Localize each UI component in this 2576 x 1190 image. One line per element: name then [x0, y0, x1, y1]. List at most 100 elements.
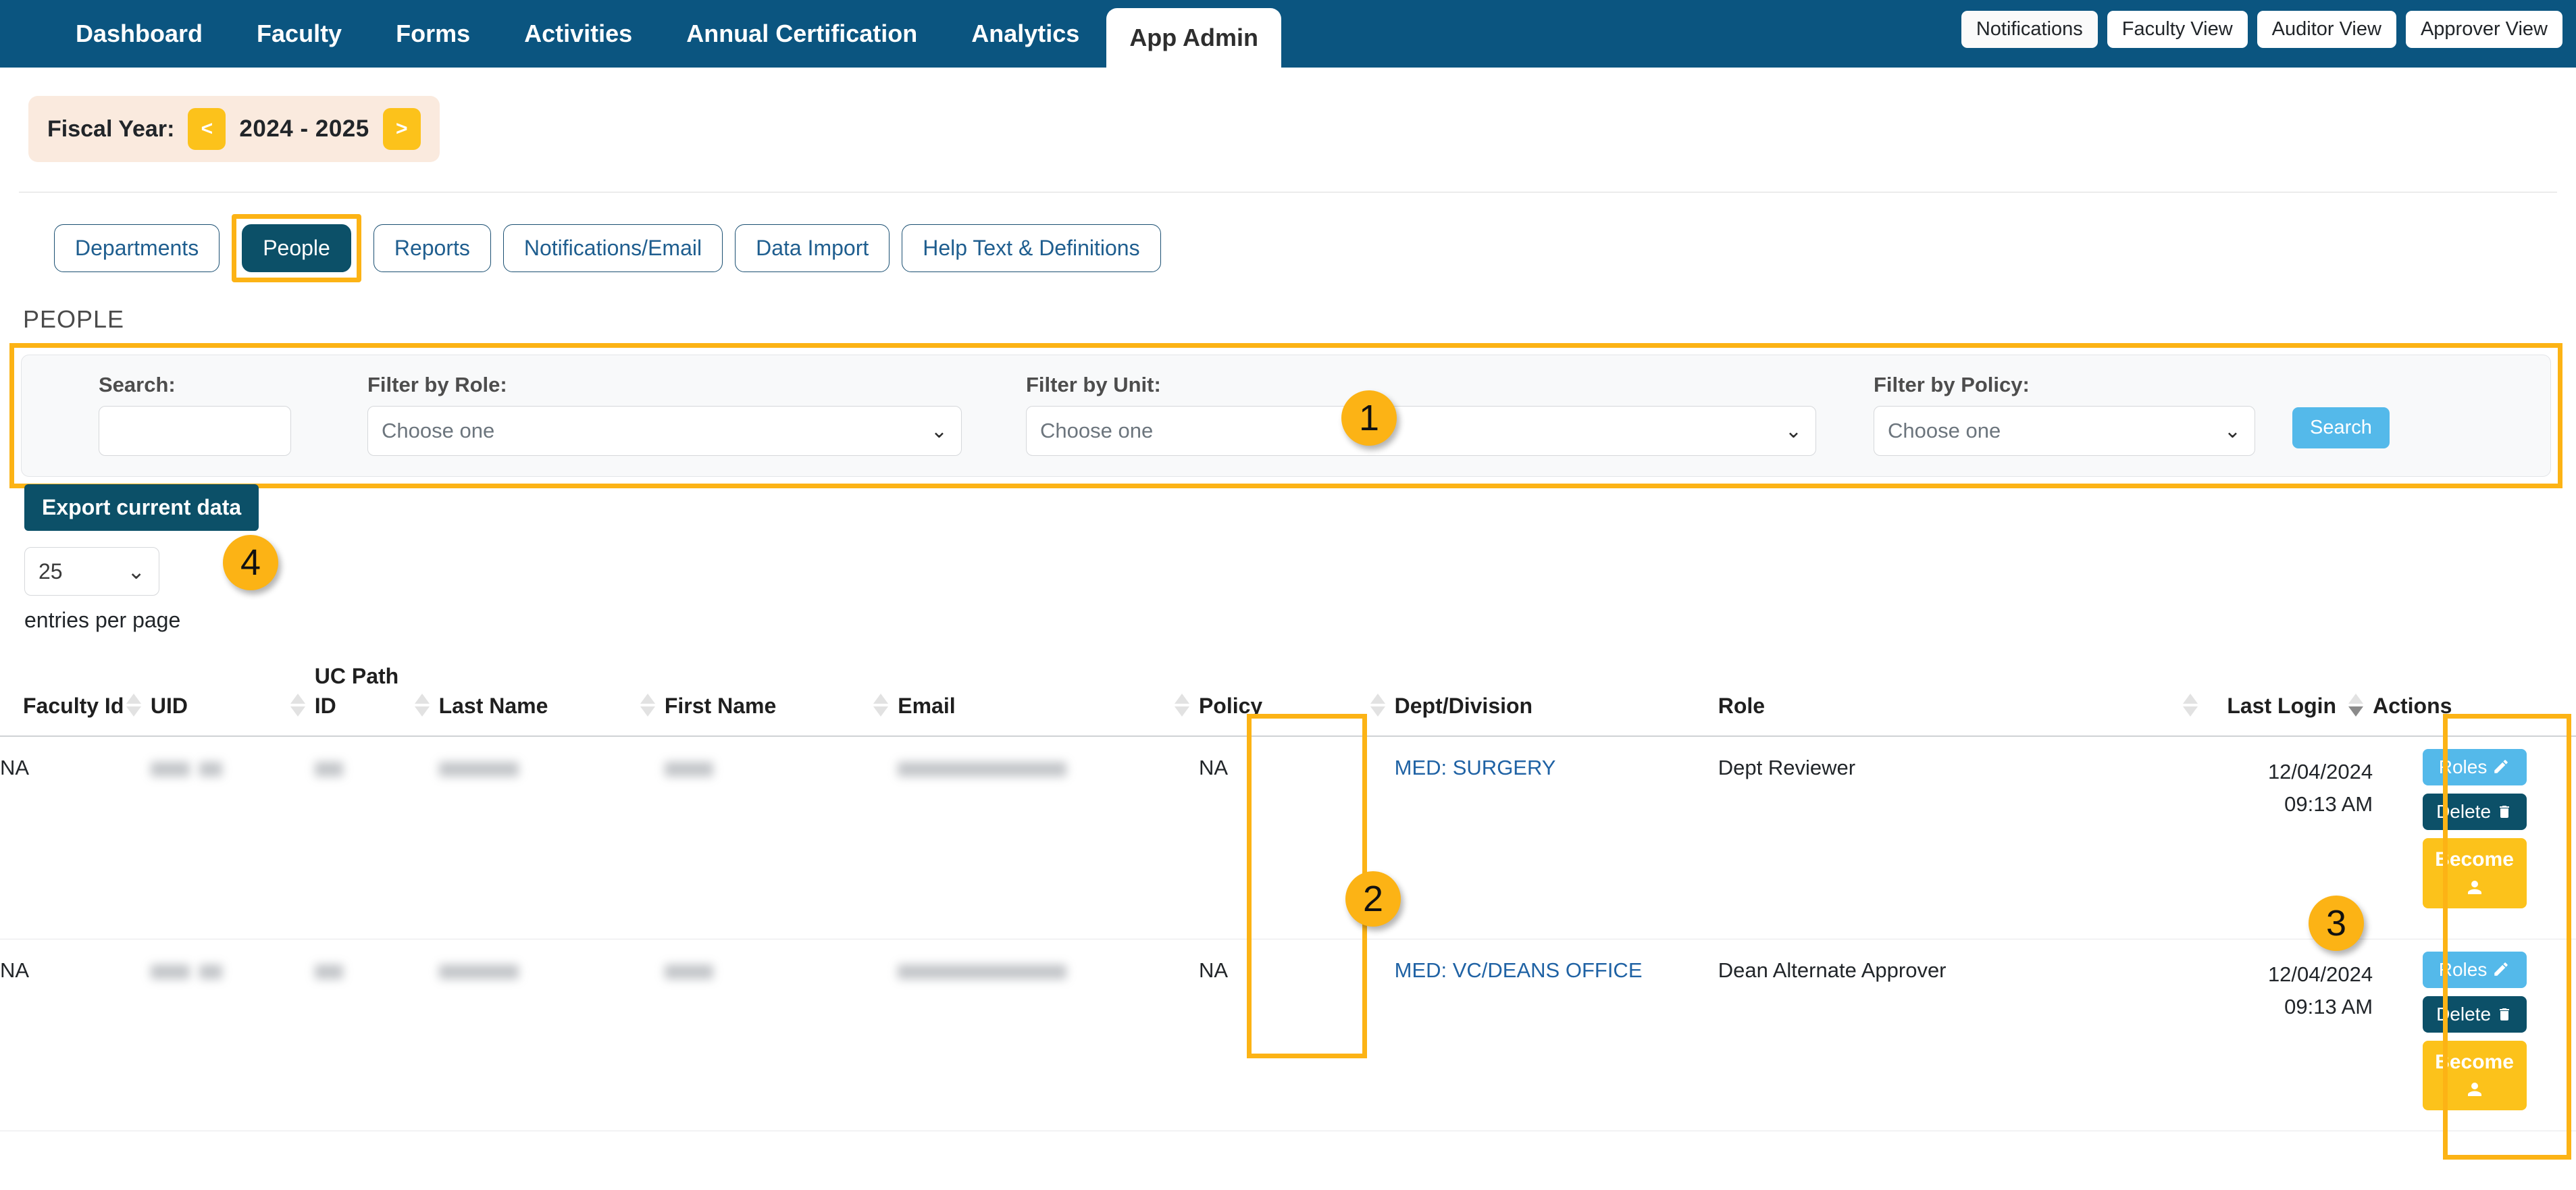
subtab-notifications-email[interactable]: Notifications/Email	[503, 224, 723, 272]
faculty-view-button[interactable]: Faculty View	[2107, 11, 2248, 48]
fiscal-year-prev-button[interactable]: <	[188, 108, 226, 150]
column-header-faculty-id[interactable]: Faculty Id	[0, 661, 151, 738]
last-login-time: 09:13 AM	[2284, 994, 2373, 1018]
sort-icon[interactable]	[2182, 694, 2198, 717]
filter-unit-select[interactable]: Choose one ⌄	[1026, 406, 1816, 456]
column-header-policy-label: Policy	[1198, 694, 1263, 719]
sort-icon[interactable]	[1370, 694, 1385, 717]
dept-division-link[interactable]: MED: VC/DEANS OFFICE	[1395, 958, 1643, 982]
search-button[interactable]: Search	[2292, 407, 2390, 448]
subtab-help-text-definitions[interactable]: Help Text & Definitions	[902, 224, 1161, 272]
page-title: PEOPLE	[23, 305, 125, 333]
search-label: Search:	[99, 373, 176, 396]
dept-division-link[interactable]: MED: SURGERY	[1395, 756, 1556, 779]
column-header-last-name[interactable]: Last Name	[438, 661, 665, 738]
entries-per-page-label: entries per page	[24, 608, 181, 632]
delete-button[interactable]: Delete	[2422, 995, 2527, 1033]
cell-last-login: 12/04/2024 09:13 AM	[2207, 939, 2373, 1132]
filter-policy-value: Choose one	[1888, 419, 2001, 442]
people-table-head: Faculty Id UID UC Path ID Last Name Firs…	[0, 661, 2576, 738]
column-header-role[interactable]: Role	[1718, 661, 2207, 738]
nav-item-forms[interactable]: Forms	[369, 0, 497, 68]
notifications-button[interactable]: Notifications	[1961, 11, 2098, 48]
roles-button[interactable]: Roles	[2422, 749, 2527, 786]
filter-role-value: Choose one	[382, 419, 495, 442]
column-header-policy[interactable]: Policy	[1198, 661, 1395, 738]
sort-icon[interactable]	[414, 694, 430, 717]
column-header-first-name[interactable]: First Name	[664, 661, 898, 738]
cell-uid	[150, 736, 315, 939]
export-row: Export current data	[0, 484, 2576, 531]
cell-actions: Roles Delete Become	[2373, 939, 2576, 1132]
column-header-faculty-id-label: Faculty Id	[23, 694, 124, 719]
filter-role-label: Filter by Role:	[367, 373, 507, 396]
subtab-departments[interactable]: Departments	[54, 224, 220, 272]
become-button[interactable]: Become	[2422, 838, 2527, 908]
redacted-value	[664, 762, 713, 777]
sort-icon[interactable]	[640, 694, 655, 717]
entries-per-page-select[interactable]: 25 ⌄	[24, 547, 159, 596]
subtab-people[interactable]: People	[242, 224, 351, 272]
people-table-body: NA NA MED: SURGERY Dept Reviewer 12/04/2…	[0, 736, 2576, 1132]
column-header-email-label: Email	[898, 694, 956, 719]
cell-dept-division: MED: VC/DEANS OFFICE	[1394, 939, 1718, 1132]
app-window: Dashboard Faculty Forms Activities Annua…	[0, 0, 2576, 1190]
sort-icon[interactable]	[290, 694, 305, 717]
column-header-uid[interactable]: UID	[150, 661, 315, 738]
column-header-dept-division-label: Dept/Division	[1394, 694, 1533, 719]
nav-item-faculty[interactable]: Faculty	[230, 0, 369, 68]
column-header-last-login[interactable]: Last Login	[2207, 661, 2373, 738]
callout-badge-2: 2	[1345, 871, 1401, 927]
sort-icon[interactable]	[1174, 694, 1189, 717]
nav-item-analytics[interactable]: Analytics	[944, 0, 1106, 68]
nav-item-activities[interactable]: Activities	[497, 0, 659, 68]
subtab-reports[interactable]: Reports	[373, 224, 491, 272]
auditor-view-button[interactable]: Auditor View	[2257, 11, 2396, 48]
last-login-date: 12/04/2024	[2267, 760, 2373, 784]
redacted-value	[314, 762, 343, 777]
pencil-icon	[2494, 962, 2508, 976]
redacted-value	[664, 964, 713, 979]
redacted-value	[898, 762, 1067, 777]
nav-item-app-admin[interactable]: App Admin	[1106, 8, 1281, 68]
subtab-people-highlight: People	[232, 214, 361, 282]
filter-panel-highlight: Search: Filter by Role: Choose one ⌄ Fil…	[9, 343, 2562, 488]
redacted-value	[438, 762, 519, 777]
roles-button[interactable]: Roles	[2422, 951, 2527, 988]
redacted-value	[898, 964, 1067, 979]
column-header-dept-division[interactable]: Dept/Division	[1394, 661, 1718, 738]
sort-icon[interactable]	[126, 694, 141, 717]
roles-button-label: Roles	[2438, 756, 2488, 778]
entries-per-page-value: 25	[38, 559, 63, 584]
delete-button[interactable]: Delete	[2422, 794, 2527, 831]
sort-icon-descending[interactable]	[2348, 694, 2364, 717]
fiscal-year-label: Fiscal Year:	[47, 115, 175, 142]
column-header-email[interactable]: Email	[898, 661, 1199, 738]
filter-unit-value: Choose one	[1040, 419, 1154, 442]
column-header-ucpath-id-label: UC Path ID	[314, 664, 399, 719]
fiscal-year-next-button[interactable]: >	[382, 108, 421, 150]
fiscal-year-value: 2024 - 2025	[239, 115, 369, 142]
callout-badge-3: 3	[2309, 896, 2364, 951]
cell-ucpath-id	[314, 939, 439, 1132]
redacted-value	[314, 964, 343, 979]
redacted-value	[150, 762, 190, 777]
delete-button-label: Delete	[2436, 801, 2492, 823]
nav-item-dashboard[interactable]: Dashboard	[49, 0, 230, 68]
top-navigation-bar: Dashboard Faculty Forms Activities Annua…	[0, 0, 2576, 68]
become-button[interactable]: Become	[2422, 1040, 2527, 1111]
cell-email	[898, 939, 1199, 1132]
fiscal-year-bar: Fiscal Year: < 2024 - 2025 >	[28, 96, 440, 162]
cell-ucpath-id	[314, 736, 439, 939]
sort-icon[interactable]	[873, 694, 889, 717]
column-header-last-name-label: Last Name	[438, 694, 548, 719]
filter-role-select[interactable]: Choose one ⌄	[367, 406, 962, 456]
search-input[interactable]	[99, 406, 291, 456]
nav-item-annual-certification[interactable]: Annual Certification	[659, 0, 944, 68]
subtab-data-import[interactable]: Data Import	[735, 224, 890, 272]
approver-view-button[interactable]: Approver View	[2405, 11, 2562, 48]
filter-policy-label: Filter by Policy:	[1874, 373, 2030, 396]
column-header-ucpath-id[interactable]: UC Path ID	[314, 661, 439, 738]
export-current-data-button[interactable]: Export current data	[24, 484, 259, 531]
filter-policy-select[interactable]: Choose one ⌄	[1874, 406, 2255, 456]
